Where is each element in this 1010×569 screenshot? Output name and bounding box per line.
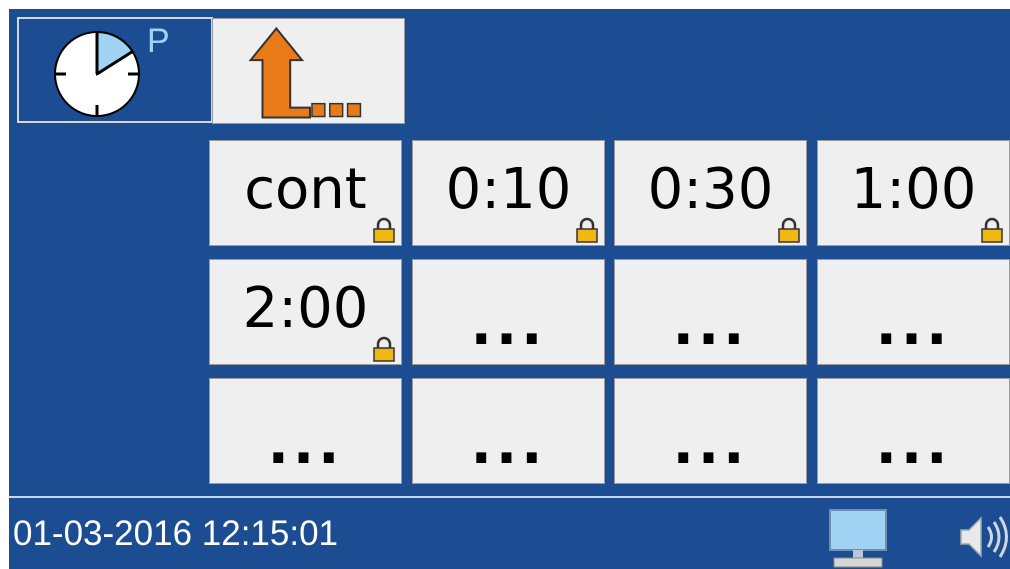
speaker-icon[interactable]: [959, 512, 1010, 562]
empty-slot-label: ...: [875, 293, 952, 358]
empty-slot-button[interactable]: ...: [412, 259, 605, 365]
time-button-1-00[interactable]: 1:00: [817, 140, 1010, 246]
screen: P cont 0:10 0:30 1:00 2:00 ... ... ... .…: [9, 9, 1010, 569]
time-button-cont[interactable]: cont: [209, 140, 402, 246]
empty-slot-button[interactable]: ...: [817, 378, 1010, 484]
monitor-icon[interactable]: [829, 509, 887, 569]
mode-letter: P: [147, 22, 170, 60]
empty-slot-button[interactable]: ...: [412, 378, 605, 484]
empty-slot-label: ...: [875, 412, 952, 477]
time-button-label: cont: [244, 157, 367, 222]
empty-slot-label: ...: [267, 412, 344, 477]
time-button-label: 1:00: [850, 157, 977, 222]
empty-slot-button[interactable]: ...: [817, 259, 1010, 365]
arrow-up-back-icon: [248, 26, 362, 119]
lock-icon: [373, 336, 395, 362]
lock-icon: [373, 217, 395, 243]
time-button-label: 0:30: [647, 157, 774, 222]
lock-icon: [576, 217, 598, 243]
time-button-label: 0:10: [445, 157, 572, 222]
empty-slot-label: ...: [470, 412, 547, 477]
time-button-0-10[interactable]: 0:10: [412, 140, 605, 246]
datetime-display: 01-03-2016 12:15:01: [13, 514, 338, 553]
empty-slot-label: ...: [672, 293, 749, 358]
time-button-0-30[interactable]: 0:30: [614, 140, 807, 246]
empty-slot-label: ...: [470, 293, 547, 358]
lock-icon: [778, 217, 800, 243]
empty-slot-label: ...: [672, 412, 749, 477]
empty-slot-button[interactable]: ...: [614, 378, 807, 484]
status-bar: 01-03-2016 12:15:01: [9, 498, 1010, 569]
back-up-button[interactable]: [212, 18, 405, 124]
empty-slot-button[interactable]: ...: [614, 259, 807, 365]
empty-slot-button[interactable]: ...: [209, 378, 402, 484]
lock-icon: [981, 217, 1003, 243]
time-button-label: 2:00: [242, 276, 369, 341]
program-mode-button[interactable]: P: [17, 17, 213, 123]
time-button-2-00[interactable]: 2:00: [209, 259, 402, 365]
clock-program-icon: P: [54, 22, 170, 117]
